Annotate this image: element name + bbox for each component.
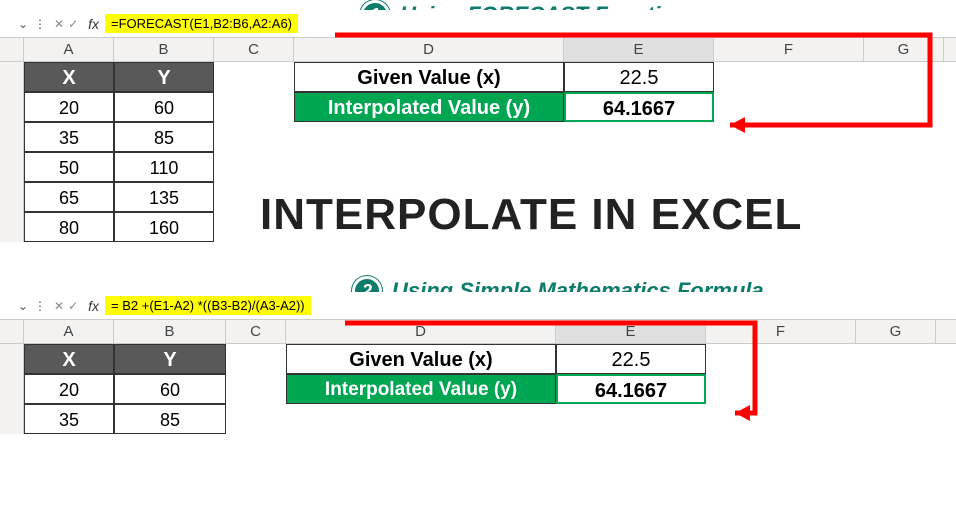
table-row[interactable]: 50: [24, 152, 114, 182]
table-row[interactable]: 35: [24, 404, 114, 434]
formula-bar-2: ⌄ ⋮ ✕ ✓ fx = B2 +(E1-A2) *((B3-B2)/(A3-A…: [0, 292, 956, 320]
col-B-2[interactable]: B: [114, 320, 226, 343]
table-row[interactable]: 60: [114, 92, 214, 122]
col-C[interactable]: C: [214, 38, 294, 61]
interp-label-1[interactable]: Interpolated Value (y): [294, 92, 564, 122]
namebox-sep-icon: ⋮: [34, 299, 46, 313]
enter-icon[interactable]: ✓: [68, 299, 78, 313]
table-row[interactable]: 65: [24, 182, 114, 212]
given-value-2[interactable]: 22.5: [556, 344, 706, 374]
table-row[interactable]: 20: [24, 92, 114, 122]
col-A[interactable]: A: [24, 38, 114, 61]
namebox-1[interactable]: ⌄ ⋮: [0, 17, 50, 31]
formula-text-1[interactable]: =FORECAST(E1,B2:B6,A2:A6): [105, 14, 298, 33]
grid-2: X Y Given Value (x) 22.5 20 60 Interpola…: [0, 344, 956, 434]
formula-text-2[interactable]: = B2 +(E1-A2) *((B3-B2)/(A3-A2)): [105, 296, 311, 315]
col-F[interactable]: F: [714, 38, 864, 61]
col-headers-2: A B C D E F G: [0, 320, 956, 344]
namebox-dropdown-icon: ⌄: [18, 299, 28, 313]
table-row[interactable]: 85: [114, 122, 214, 152]
namebox-sep-icon: ⋮: [34, 17, 46, 31]
table-row[interactable]: 80: [24, 212, 114, 242]
col-B[interactable]: B: [114, 38, 214, 61]
interp-value-1[interactable]: 64.1667: [564, 92, 714, 122]
col-headers-1: A B C D E F G: [0, 38, 956, 62]
header-y-1[interactable]: Y: [114, 62, 214, 92]
formula-edit-icons-2: ✕ ✓: [50, 299, 82, 313]
table-row[interactable]: 20: [24, 374, 114, 404]
header-y-2[interactable]: Y: [114, 344, 226, 374]
table-row[interactable]: 85: [114, 404, 226, 434]
given-label-2[interactable]: Given Value (x): [286, 344, 556, 374]
interp-label-2[interactable]: Interpolated Value (y): [286, 374, 556, 404]
formula-bar-1: ⌄ ⋮ ✕ ✓ fx =FORECAST(E1,B2:B6,A2:A6): [0, 10, 956, 38]
enter-icon[interactable]: ✓: [68, 17, 78, 31]
given-label-1[interactable]: Given Value (x): [294, 62, 564, 92]
fx-icon-2[interactable]: fx: [82, 298, 105, 314]
cancel-icon[interactable]: ✕: [54, 17, 64, 31]
cancel-icon[interactable]: ✕: [54, 299, 64, 313]
col-F-2[interactable]: F: [706, 320, 856, 343]
fx-icon[interactable]: fx: [82, 16, 105, 32]
header-x-1[interactable]: X: [24, 62, 114, 92]
col-A-2[interactable]: A: [24, 320, 114, 343]
page-title: INTERPOLATE IN EXCEL: [260, 190, 802, 240]
interp-value-2[interactable]: 64.1667: [556, 374, 706, 404]
table-row[interactable]: 60: [114, 374, 226, 404]
table-row[interactable]: 110: [114, 152, 214, 182]
col-E-2[interactable]: E: [556, 320, 706, 343]
col-D[interactable]: D: [294, 38, 564, 61]
section-2: ⌄ ⋮ ✕ ✓ fx = B2 +(E1-A2) *((B3-B2)/(A3-A…: [0, 292, 956, 434]
table-row[interactable]: 135: [114, 182, 214, 212]
header-x-2[interactable]: X: [24, 344, 114, 374]
given-value-1[interactable]: 22.5: [564, 62, 714, 92]
col-C-2[interactable]: C: [226, 320, 286, 343]
table-row[interactable]: 160: [114, 212, 214, 242]
col-E[interactable]: E: [564, 38, 714, 61]
col-G-2[interactable]: G: [856, 320, 936, 343]
col-G[interactable]: G: [864, 38, 944, 61]
namebox-dropdown-icon: ⌄: [18, 17, 28, 31]
table-row[interactable]: 35: [24, 122, 114, 152]
namebox-2[interactable]: ⌄ ⋮: [0, 299, 50, 313]
formula-edit-icons: ✕ ✓: [50, 17, 82, 31]
col-D-2[interactable]: D: [286, 320, 556, 343]
